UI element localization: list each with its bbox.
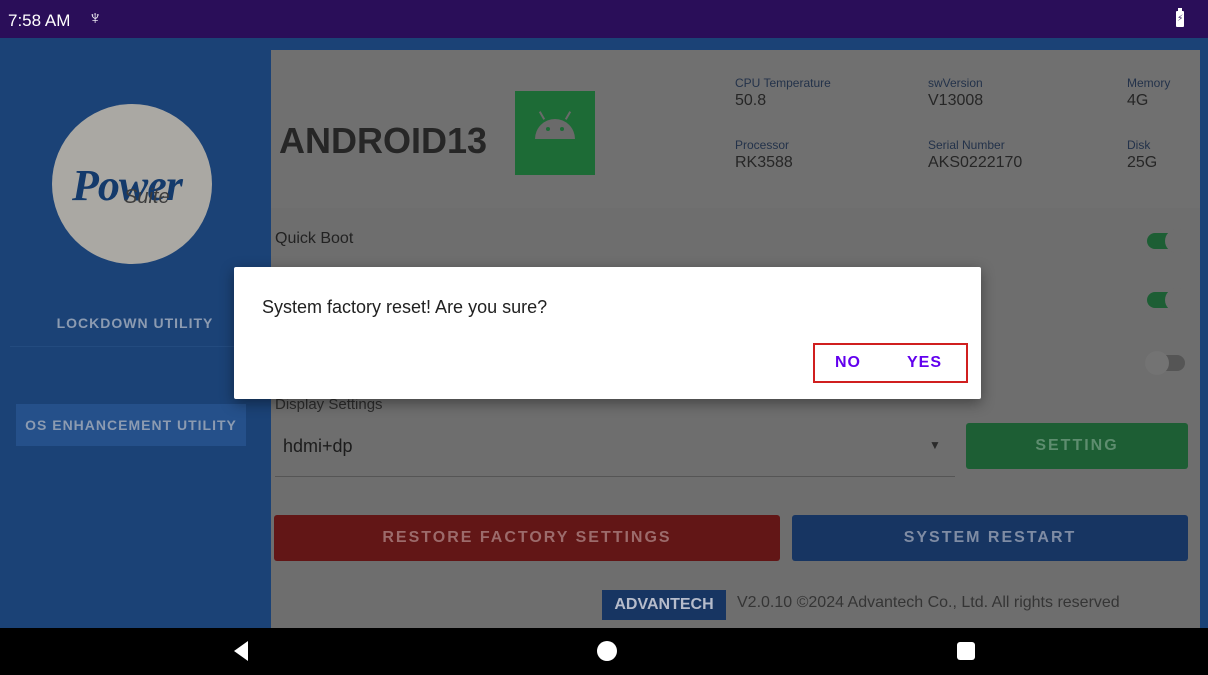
dialog-actions-highlight: NO YES (813, 343, 968, 383)
dialog-message: System factory reset! Are you sure? (262, 297, 548, 317)
usb-icon: ♆ (88, 8, 103, 29)
home-icon[interactable] (597, 641, 617, 661)
serial-number-value: AKS0222170 (928, 154, 1023, 171)
status-bar: 7:58 AM ♆ ⚡ (0, 0, 1208, 38)
cpu-temperature-label: CPU Temperature (735, 76, 831, 90)
select-underline (275, 476, 955, 477)
memory-label: Memory (1127, 76, 1171, 90)
restore-factory-settings-button[interactable]: RESTORE FACTORY SETTINGS (274, 515, 780, 561)
battery-charging-icon: ⚡ (1176, 8, 1184, 27)
no-button[interactable]: NO (835, 354, 861, 372)
setting-toggle-2[interactable] (1145, 287, 1189, 312)
cpu-temperature-value: 50.8 (735, 92, 767, 109)
setting-toggle-3[interactable] (1145, 350, 1187, 375)
navigation-bar (0, 628, 1208, 675)
chevron-down-icon[interactable]: ▼ (929, 438, 941, 452)
device-info-card: ANDROID13 CPU Temperature 50.8 swVersion… (271, 50, 1200, 208)
page-title: ANDROID13 (279, 120, 488, 161)
processor-label: Processor (735, 138, 790, 152)
disk-label: Disk (1127, 138, 1151, 152)
sidebar-item-lockdown-utility[interactable]: LOCKDOWN UTILITY (20, 308, 250, 338)
factory-reset-dialog: System factory reset! Are you sure? NO Y… (234, 267, 981, 399)
sidebar: Power Suite LOCKDOWN UTILITY OS ENHANCEM… (0, 38, 266, 628)
advantech-logo: ADVANTECH (602, 590, 726, 620)
recent-apps-icon[interactable] (957, 642, 975, 660)
android-icon (515, 91, 595, 175)
back-icon[interactable] (234, 641, 248, 661)
sw-version-label: swVersion (928, 76, 983, 90)
status-time: 7:58 AM (8, 11, 71, 30)
serial-number-label: Serial Number (928, 138, 1005, 152)
yes-button[interactable]: YES (907, 354, 942, 372)
disk-value: 25G (1127, 154, 1158, 171)
quick-boot-label: Quick Boot (275, 230, 354, 247)
setting-button[interactable]: SETTING (966, 423, 1188, 469)
sidebar-item-os-enhancement-utility[interactable]: OS ENHANCEMENT UTILITY (16, 404, 246, 446)
copyright-text: V2.0.10 ©2024 Advantech Co., Ltd. All ri… (737, 594, 1120, 611)
power-suite-logo: Power Suite (52, 104, 212, 264)
logo-suite-text: Suite (124, 186, 170, 208)
processor-value: RK3588 (735, 154, 793, 171)
display-mode-select[interactable]: hdmi+dp (283, 436, 353, 457)
sidebar-divider (10, 346, 260, 347)
memory-value: 4G (1127, 92, 1149, 109)
quick-boot-toggle[interactable] (1145, 228, 1189, 253)
system-restart-button[interactable]: SYSTEM RESTART (792, 515, 1188, 561)
sw-version-value: V13008 (928, 92, 984, 109)
